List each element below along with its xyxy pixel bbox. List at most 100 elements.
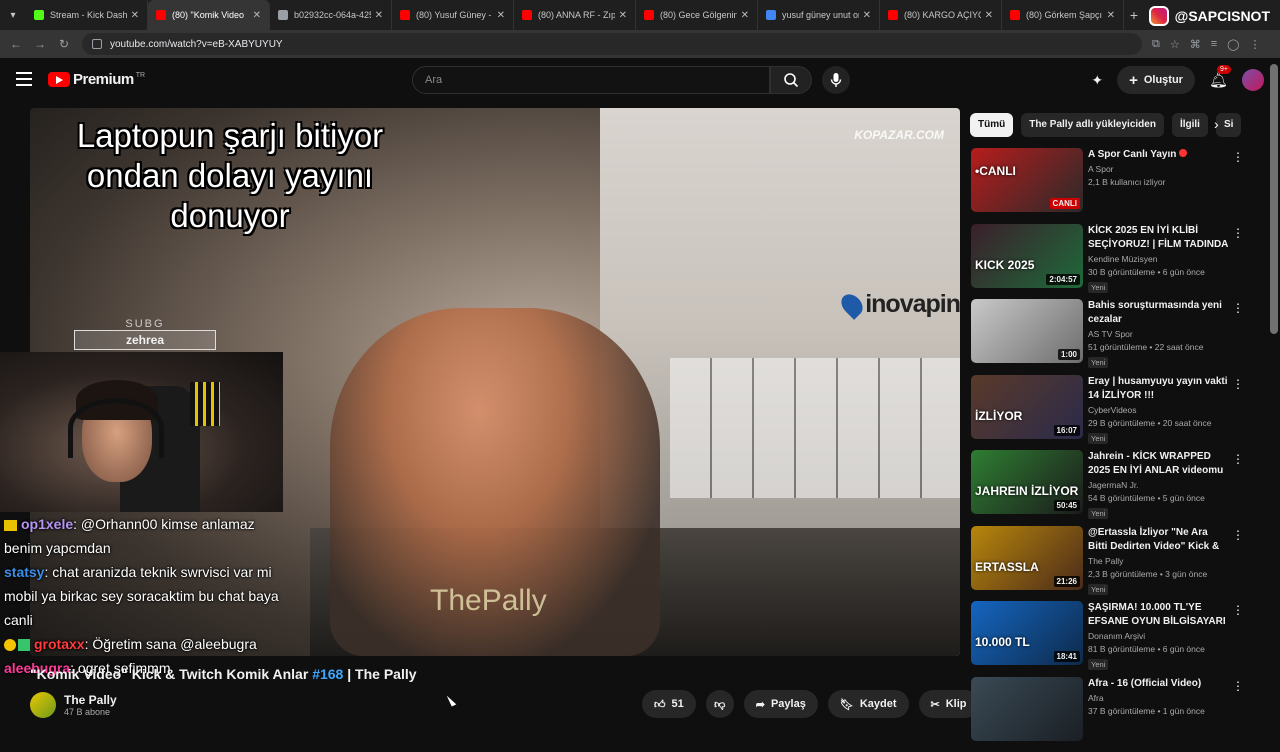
channel-name[interactable]: The Pally [64, 693, 117, 707]
share-button[interactable]: ➦ Paylaş [744, 690, 818, 718]
recommendation-title[interactable]: Jahrein - KİCK WRAPPED 2025 EN İYİ ANLAR… [1088, 450, 1228, 478]
video-thumbnail[interactable]: İZLİYOR16:07 [971, 375, 1083, 439]
browser-tab[interactable]: (80) Gece Gölgenin R ✕ [636, 0, 758, 30]
filter-chip[interactable]: Si [1216, 113, 1241, 137]
more-vertical-icon[interactable]: ⋮ [1232, 301, 1244, 315]
filter-chip[interactable]: The Pally adlı yükleyiciden [1021, 113, 1164, 137]
video-thumbnail[interactable]: 10.000 TL18:41 [971, 601, 1083, 665]
recommendation-title[interactable]: Eray | husamyuyu yayın vakti 14 İZLİYOR … [1088, 375, 1228, 403]
chat-overlay: op1xele: @Orhann00 kimse anlamaz benim y… [4, 512, 294, 680]
tab-close-icon[interactable]: ✕ [1107, 10, 1115, 21]
browser-tab[interactable]: (80) Yusuf Güney - U✕ [392, 0, 514, 30]
recommendation-item[interactable]: 10.000 TL18:41ŞAŞIRMA! 10.000 TL'YE EFSA… [970, 601, 1250, 677]
reload-icon[interactable]: ↻ [52, 37, 76, 51]
recommendation-info: ŞAŞIRMA! 10.000 TL'YE EFSANE OYUN BİLGİS… [1088, 601, 1228, 672]
sub-badge-icon [18, 639, 30, 651]
tab-close-icon[interactable]: ✕ [985, 10, 993, 21]
recommendation-meta: 37 B görüntüleme • 1 gün önce [1088, 706, 1228, 716]
create-button[interactable]: + Oluştur [1117, 66, 1195, 94]
video-thumbnail[interactable] [971, 677, 1083, 741]
video-thumbnail[interactable]: ERTASSLA21:26 [971, 526, 1083, 590]
recommendation-channel[interactable]: CyberVideos [1088, 405, 1228, 415]
install-icon[interactable]: ⧉ [1152, 38, 1160, 51]
recommendation-item[interactable]: Afra - 16 (Official Video) Afra 37 B görün… [970, 677, 1250, 752]
youtube-header: Premium TR Ara ✦ + Oluştur 🔔︎ 9+ [0, 58, 1280, 104]
more-vertical-icon[interactable]: ⋮ [1232, 679, 1244, 693]
tab-close-icon[interactable]: ✕ [619, 10, 627, 21]
bookmark-star-icon[interactable]: ☆ [1170, 38, 1180, 51]
browser-tab[interactable]: Stream - Kick Dashbo✕ [26, 0, 148, 30]
browser-tab[interactable]: yusuf güney unut ons✕ [758, 0, 880, 30]
recommendation-title[interactable]: @Ertassla İzliyor "Ne Ara Bitti Dedirten… [1088, 526, 1228, 554]
channel-avatar[interactable] [30, 692, 56, 718]
recommendation-channel[interactable]: AS TV Spor [1088, 329, 1228, 339]
tab-close-icon[interactable]: ✕ [253, 10, 261, 21]
browser-menu-icon[interactable]: ⋮ [1249, 38, 1260, 51]
video-thumbnail[interactable]: KICK 20252:04:57 [971, 224, 1083, 288]
more-vertical-icon[interactable]: ⋮ [1232, 603, 1244, 617]
filter-chip[interactable]: İlgili [1172, 113, 1208, 137]
browser-tab[interactable]: (80) ANNA RF - Zıpla✕ [514, 0, 636, 30]
menu-icon[interactable] [16, 72, 32, 86]
dislike-button[interactable]: 👎︎ [706, 690, 734, 718]
tab-search-icon[interactable]: ▾ [0, 0, 26, 30]
recommendation-item[interactable]: ERTASSLA21:26@Ertassla İzliyor "Ne Ara B… [970, 526, 1250, 602]
video-title-hashtag[interactable]: #168 [312, 666, 343, 682]
recommendation-channel[interactable]: A Spor [1088, 164, 1228, 174]
browser-tab[interactable]: b02932cc-064a-4259✕ [270, 0, 392, 30]
browser-tab[interactable]: (80) Görkem Şapçı -✕ [1002, 0, 1124, 30]
recommendation-channel[interactable]: JagermaN Jr. [1088, 480, 1228, 490]
media-icon[interactable]: ≡ [1211, 38, 1217, 51]
search-input[interactable]: Ara [412, 66, 770, 94]
more-vertical-icon[interactable]: ⋮ [1232, 528, 1244, 542]
browser-tab[interactable]: (80) KARGO AÇIYORU✕ [880, 0, 1002, 30]
recommendation-title[interactable]: Bahis soruşturmasında yeni cezalar [1088, 299, 1228, 327]
recommendation-item[interactable]: 1:00Bahis soruşturmasında yeni cezalar AS… [970, 299, 1250, 375]
more-vertical-icon[interactable]: ⋮ [1232, 226, 1244, 240]
cast-icon[interactable]: ✦ [1091, 72, 1103, 89]
voice-search-button[interactable] [822, 66, 850, 94]
forward-icon[interactable]: → [28, 37, 52, 51]
recommendation-channel[interactable]: Afra [1088, 693, 1228, 703]
filter-chip[interactable]: Tümü [970, 113, 1013, 137]
tab-close-icon[interactable]: ✕ [375, 10, 383, 21]
notifications-button[interactable]: 🔔︎ 9+ [1209, 71, 1228, 90]
recommendation-channel[interactable]: The Pally [1088, 556, 1228, 566]
video-thumbnail[interactable]: 1:00 [971, 299, 1083, 363]
recommendation-channel[interactable]: Kendine Müzisyen [1088, 254, 1228, 264]
tab-close-icon[interactable]: ✕ [863, 10, 871, 21]
recommendation-channel[interactable]: Donanım Arşivi [1088, 631, 1228, 641]
profile-icon[interactable]: ◯ [1227, 38, 1239, 51]
recommendation-title[interactable]: Afra - 16 (Official Video) [1088, 677, 1228, 691]
tab-title: (80) Gece Gölgenin R [660, 10, 737, 20]
more-vertical-icon[interactable]: ⋮ [1232, 452, 1244, 466]
site-info-icon[interactable] [92, 39, 102, 49]
more-vertical-icon[interactable]: ⋮ [1232, 377, 1244, 391]
url-field[interactable]: youtube.com/watch?v=eB-XABYUYUY [82, 33, 1142, 55]
chevron-right-icon[interactable]: › [1214, 116, 1219, 132]
recommendation-item[interactable]: İZLİYOR16:07Eray | husamyuyu yayın vakti… [970, 375, 1250, 451]
account-avatar[interactable] [1242, 69, 1264, 91]
recommendation-item[interactable]: •CANLICANLIA Spor Canlı YayınA Spor2,1 B… [970, 148, 1250, 224]
recommendation-item[interactable]: JAHREIN İZLİYOR50:45Jahrein - KİCK WRAPP… [970, 450, 1250, 526]
browser-tab[interactable]: (80) "Komik Video✕ [148, 0, 270, 30]
extensions-icon[interactable]: ⌘ [1190, 38, 1201, 51]
scissors-icon: ✂ [931, 698, 940, 711]
search-button[interactable] [770, 66, 812, 94]
more-vertical-icon[interactable]: ⋮ [1232, 150, 1244, 164]
like-button[interactable]: 👍︎ 51 [642, 690, 696, 718]
back-icon[interactable]: ← [4, 37, 28, 51]
new-tab-button[interactable]: + [1124, 7, 1144, 23]
save-button[interactable]: 🔖︎ Kaydet [828, 690, 909, 718]
video-thumbnail[interactable]: •CANLICANLI [971, 148, 1083, 212]
tab-close-icon[interactable]: ✕ [497, 10, 505, 21]
video-thumbnail[interactable]: JAHREIN İZLİYOR50:45 [971, 450, 1083, 514]
tab-close-icon[interactable]: ✕ [131, 10, 139, 21]
recommendation-item[interactable]: KICK 20252:04:57KİCK 2025 EN İYİ KLİBİ S… [970, 224, 1250, 300]
page-scrollbar[interactable] [1270, 64, 1278, 334]
youtube-premium-logo[interactable]: Premium TR [48, 71, 145, 88]
tab-close-icon[interactable]: ✕ [741, 10, 749, 21]
recommendation-title[interactable]: ŞAŞIRMA! 10.000 TL'YE EFSANE OYUN BİLGİS… [1088, 601, 1228, 629]
recommendation-title[interactable]: KİCK 2025 EN İYİ KLİBİ SEÇİYORUZ! | FİLM… [1088, 224, 1228, 252]
recommendation-title[interactable]: A Spor Canlı Yayın [1088, 148, 1228, 162]
